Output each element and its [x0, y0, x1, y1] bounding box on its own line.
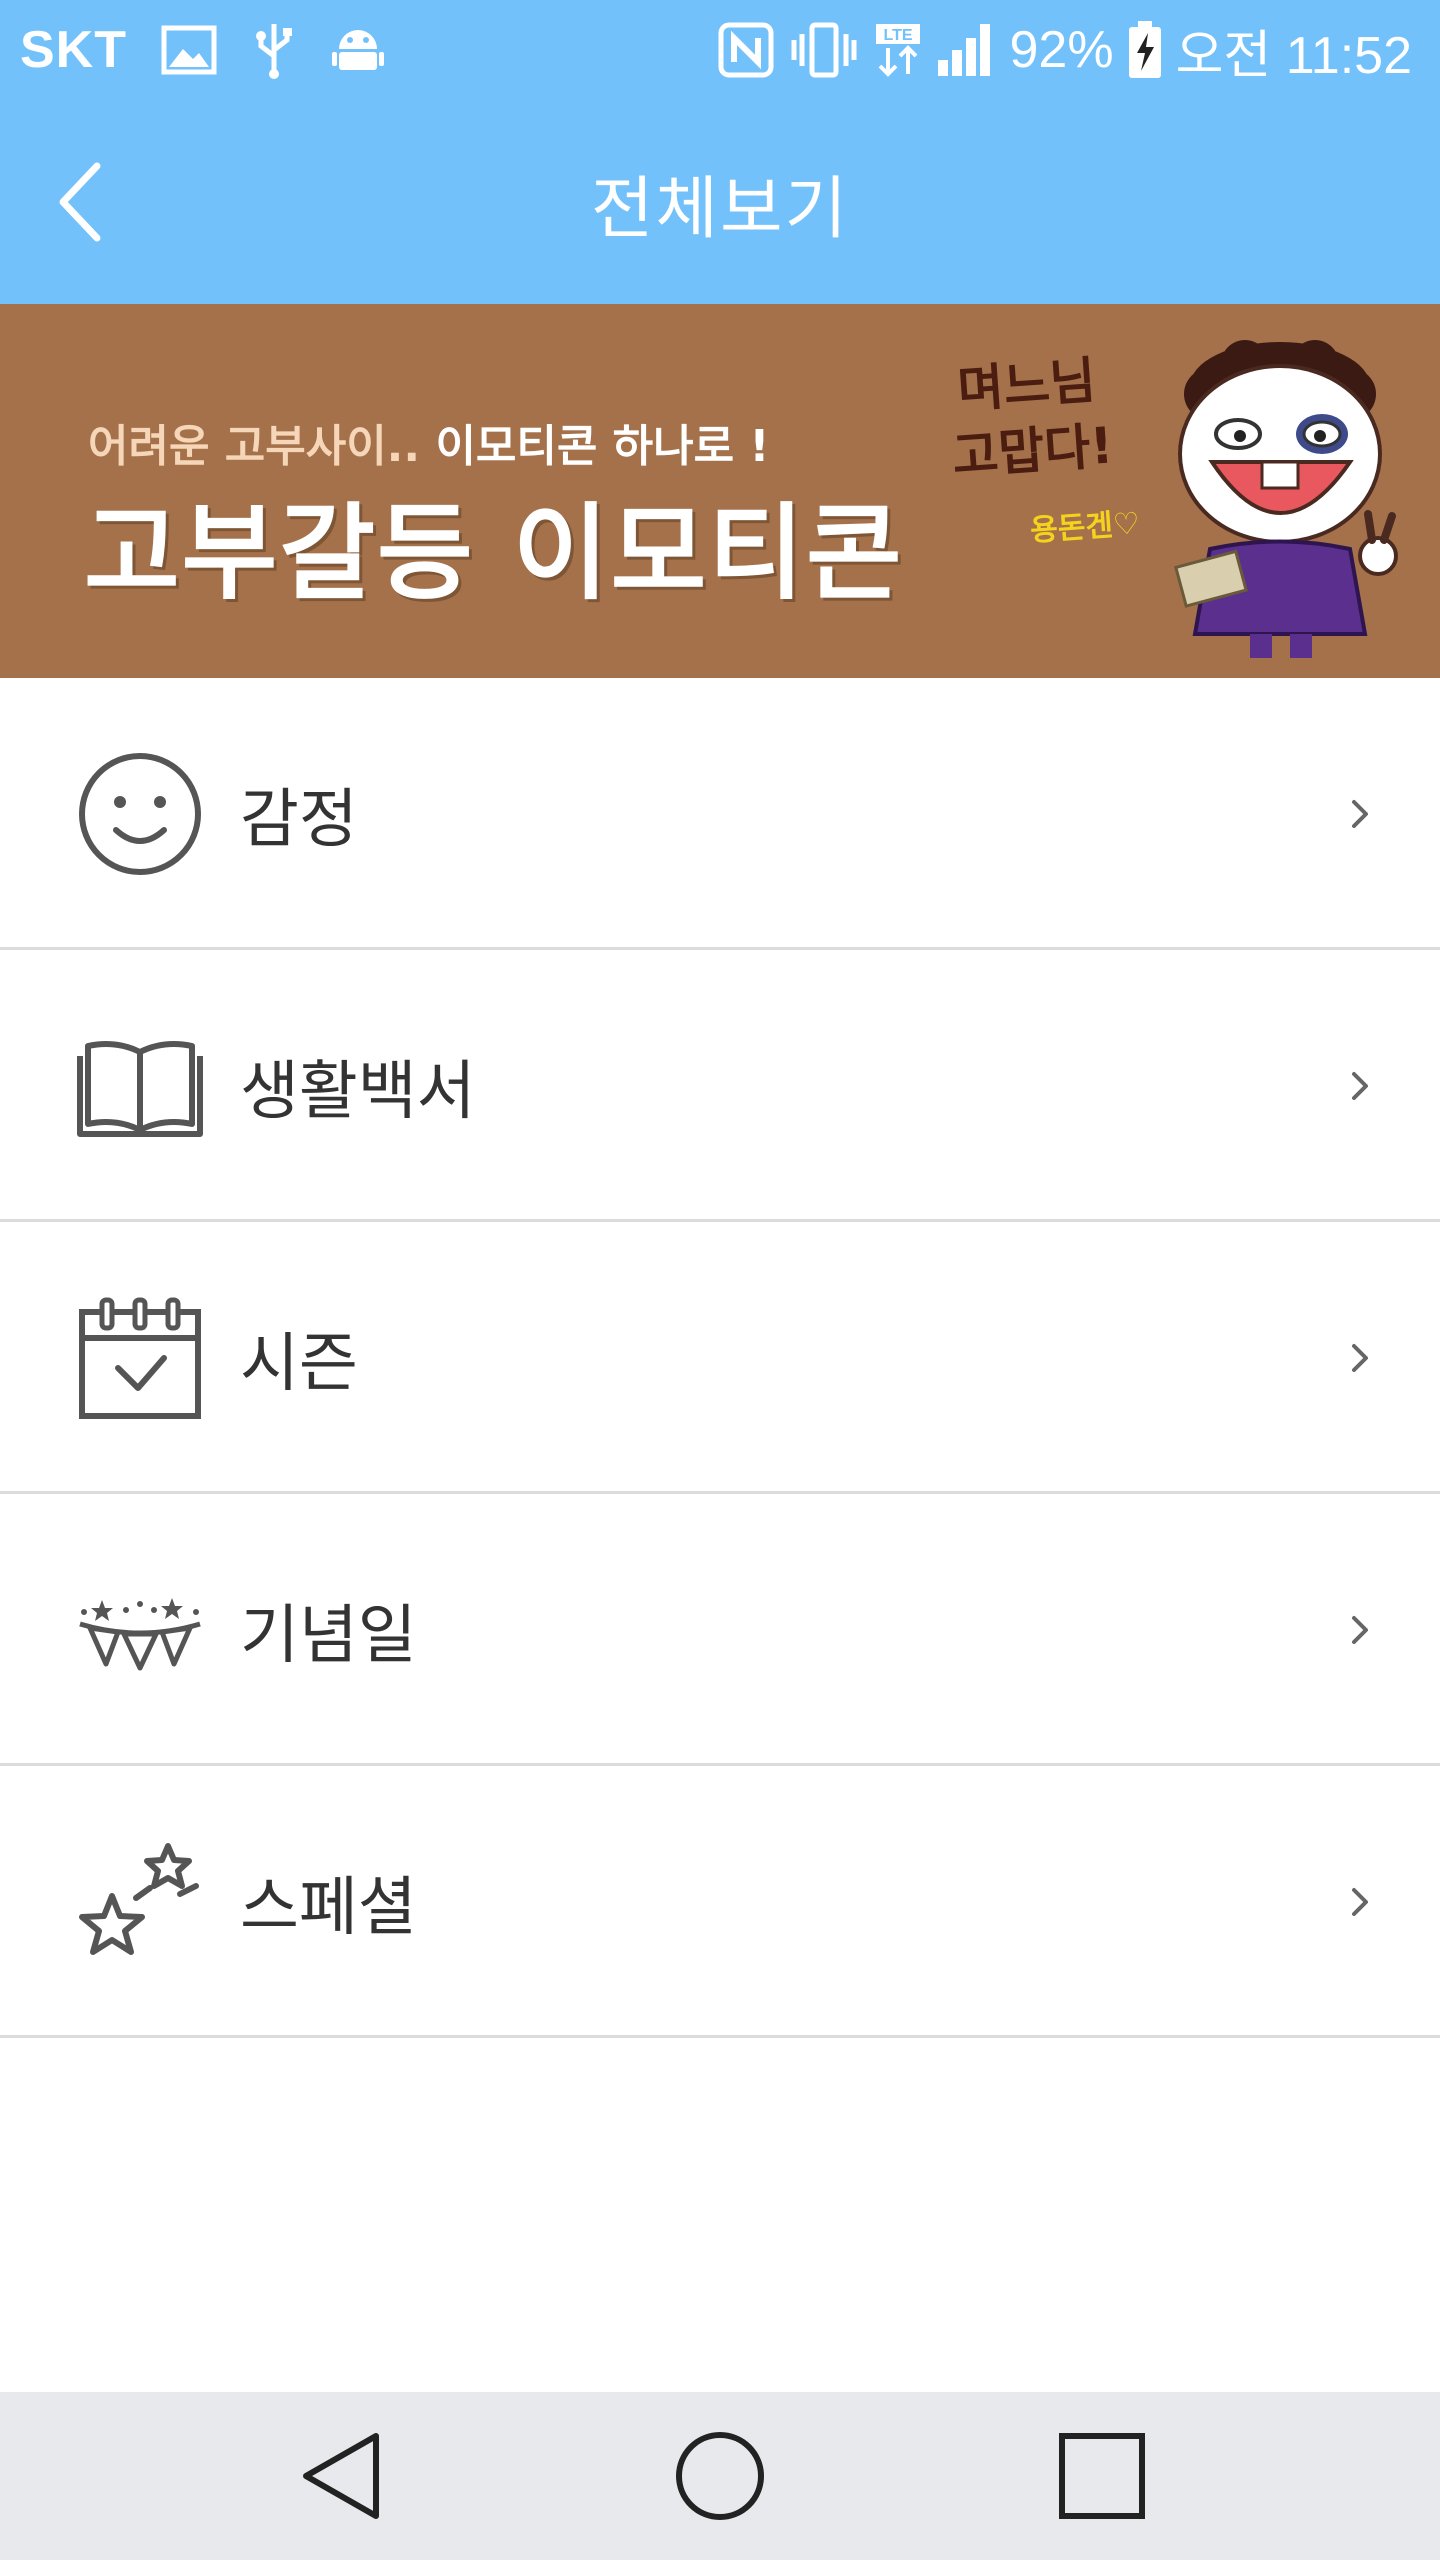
- lte-icon: LTE: [874, 22, 922, 78]
- smiley-face-icon: [79, 753, 201, 875]
- menu-item-special[interactable]: 스페셜: [0, 1766, 1440, 2038]
- menu-item-label: 시즌: [240, 1327, 358, 1401]
- banner-handwritten-text: 며느님 고맙다!: [946, 347, 1116, 490]
- carrier-label: SKT: [20, 21, 127, 79]
- banner-signature: 용돈겐♡: [1029, 506, 1142, 549]
- chevron-right-icon: [1352, 800, 1368, 828]
- clock: 오전 11:52: [1175, 26, 1412, 85]
- recents-square-icon[interactable]: [1052, 2426, 1152, 2526]
- mother-in-law-character-illustration: [1174, 340, 1398, 658]
- open-book-icon: [77, 1041, 203, 1137]
- menu-item-life-guide[interactable]: 생활백서: [0, 950, 1440, 1222]
- banner-title: 고부갈등 이모티콘: [84, 492, 904, 614]
- chevron-right-icon: [1352, 1344, 1368, 1372]
- battery-percent: 92%: [1009, 21, 1114, 79]
- category-list: 감정 생활백서 시즌 기념일 스페셜: [0, 678, 1440, 2038]
- banner-handwritten-line2: 고맙다!: [950, 416, 1115, 486]
- usb-icon: [251, 20, 297, 80]
- menu-item-label: 기념일: [240, 1599, 417, 1673]
- gallery-icon: [161, 25, 217, 75]
- signal-icon: [936, 22, 996, 78]
- party-bunting-icon: [79, 1598, 201, 1671]
- banner-subtitle: 어려운 고부사이.. 이모티콘 하나로 !: [88, 410, 770, 474]
- chevron-right-icon: [1352, 1888, 1368, 1916]
- home-circle-icon[interactable]: [670, 2426, 770, 2526]
- banner-subtitle-highlight: 이모티콘 하나로 !: [435, 421, 770, 472]
- chevron-right-icon: [1352, 1072, 1368, 1100]
- menu-item-anniversary[interactable]: 기념일: [0, 1494, 1440, 1766]
- chevron-right-icon: [1352, 1616, 1368, 1644]
- calendar-check-icon: [79, 1297, 201, 1419]
- banner-handwritten-line1: 며느님: [955, 351, 1098, 419]
- android-icon: [331, 23, 385, 77]
- menu-item-emotion[interactable]: 감정: [0, 678, 1440, 950]
- app-bar: 전체보기: [0, 100, 1440, 304]
- battery-charging-icon: [1128, 21, 1162, 79]
- status-bar: SKT LTE 92% 오전 11:52: [0, 0, 1440, 100]
- vibrate-icon: [788, 22, 860, 78]
- menu-item-label: 스페셜: [240, 1871, 417, 1945]
- back-triangle-icon[interactable]: [292, 2426, 392, 2526]
- svg-text:LTE: LTE: [883, 27, 912, 44]
- banner-subtitle-plain: 어려운 고부사이..: [88, 421, 436, 472]
- nfc-icon: [718, 22, 774, 78]
- menu-item-label: 감정: [240, 783, 358, 857]
- stars-icon: [79, 1843, 199, 1955]
- system-navigation-bar: [0, 2392, 1440, 2560]
- page-title: 전체보기: [590, 169, 850, 249]
- menu-item-season[interactable]: 시즌: [0, 1222, 1440, 1494]
- menu-item-label: 생활백서: [240, 1055, 476, 1129]
- promo-banner[interactable]: 어려운 고부사이.. 이모티콘 하나로 ! 고부갈등 이모티콘 며느님 고맙다!…: [0, 304, 1440, 678]
